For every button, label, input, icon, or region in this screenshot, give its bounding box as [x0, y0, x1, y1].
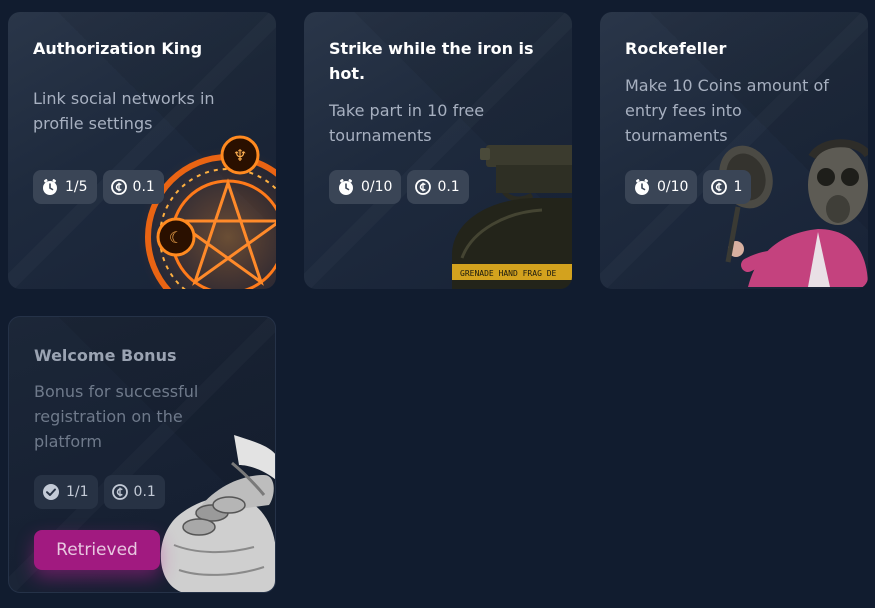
gasmask-character-art — [719, 139, 868, 287]
progress-chip: 1/5 — [33, 170, 97, 204]
progress-value: 1/1 — [66, 484, 89, 500]
coin-icon — [111, 484, 128, 500]
achievement-card-strike-while-iron-hot[interactable]: GRENADE HAND FRAG DE Strike while the ir… — [304, 12, 572, 289]
progress-value: 1/5 — [65, 179, 88, 195]
reward-chip: 0.1 — [103, 475, 165, 509]
achievement-description: Link social networks in profile settings — [33, 89, 215, 133]
clock-icon — [43, 179, 57, 195]
achievement-stats: 0/10 1 — [625, 170, 752, 204]
progress-chip: 1/1 — [34, 475, 98, 509]
money-bag-art — [160, 435, 275, 592]
retrieved-button[interactable]: Retrieved — [34, 530, 160, 570]
achievement-stats: 1/5 0.1 — [33, 170, 164, 204]
reward-chip: 0.1 — [407, 170, 469, 204]
reward-value: 0.1 — [133, 484, 156, 500]
reward-chip: 1 — [703, 170, 752, 204]
svg-text:♆: ♆ — [233, 146, 247, 165]
grenade-label: GRENADE HAND FRAG DE — [460, 269, 557, 278]
clock-icon — [635, 179, 649, 195]
reward-chip: 0.1 — [102, 170, 164, 204]
achievement-title: Rockefeller — [625, 39, 727, 58]
coin-icon — [711, 179, 728, 195]
reward-value: 0.1 — [437, 179, 460, 195]
achievement-title: Authorization King — [33, 39, 203, 58]
achievement-title: Strike while the iron is hot. — [329, 39, 534, 83]
achievement-card-welcome-bonus[interactable]: Welcome Bonus Bonus for successful regis… — [8, 316, 276, 593]
achievement-description: Bonus for successful registration on the… — [34, 382, 199, 451]
achievement-stats: 1/1 0.1 — [34, 475, 165, 509]
progress-chip: 0/10 — [625, 170, 698, 204]
coin-icon — [415, 179, 432, 195]
achievement-card-rockefeller[interactable]: Rockefeller Make 10 Coins amount of entr… — [600, 12, 868, 289]
achievement-description: Make 10 Coins amount of entry fees into … — [625, 76, 829, 145]
achievement-card-authorization-king[interactable]: ♆ ☾ Authorization King Link social netwo… — [8, 12, 276, 289]
progress-chip: 0/10 — [329, 170, 402, 204]
check-icon — [43, 484, 59, 500]
svg-text:☾: ☾ — [169, 228, 183, 247]
coin-icon — [110, 179, 127, 195]
grenade-art: GRENADE HAND FRAG DE — [452, 145, 572, 289]
achievement-description: Take part in 10 free tournaments — [329, 101, 485, 145]
progress-value: 0/10 — [657, 179, 689, 195]
clock-icon — [339, 179, 353, 195]
reward-value: 1 — [733, 179, 743, 195]
achievement-title: Welcome Bonus — [34, 346, 177, 365]
achievement-stats: 0/10 0.1 — [329, 170, 469, 204]
progress-value: 0/10 — [361, 179, 393, 195]
reward-value: 0.1 — [132, 179, 155, 195]
